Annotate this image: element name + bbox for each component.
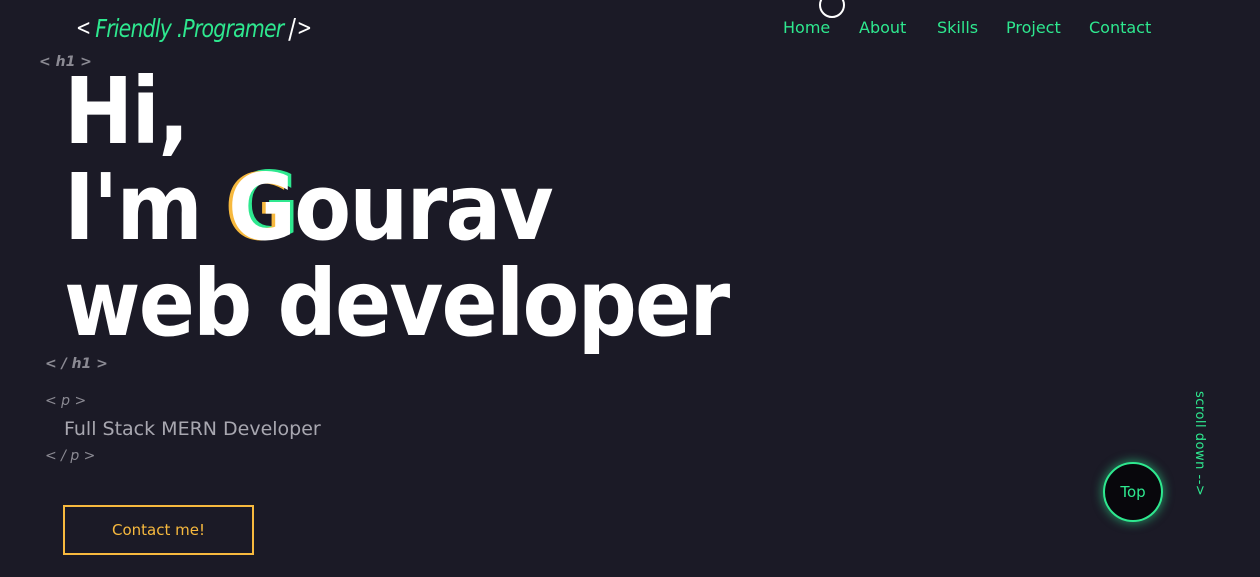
nav-item-about[interactable]: About bbox=[859, 17, 906, 39]
headline-line-3: web developer bbox=[64, 250, 730, 357]
hero-subtitle: Full Stack MERN Developer bbox=[64, 418, 321, 440]
logo-close-bracket: > bbox=[296, 16, 312, 41]
p-open-tag-label: < p > bbox=[45, 393, 87, 409]
logo-text: Friendly .Programer bbox=[95, 14, 284, 43]
nav-item-project[interactable]: Project bbox=[1006, 17, 1061, 39]
nav-item-contact[interactable]: Contact bbox=[1089, 17, 1151, 39]
headline-line-2-suffix: ourav bbox=[294, 154, 553, 261]
logo-slash: / bbox=[288, 12, 296, 45]
hero-headline: Hi, I'm Gourav web developer bbox=[64, 64, 802, 352]
headline-line-2-prefix: I'm bbox=[64, 154, 229, 261]
h1-close-tag-label: < / h1 > bbox=[45, 356, 108, 372]
portfolio-page: < Friendly .Programer / > Home About Ski… bbox=[0, 0, 1260, 577]
contact-me-button[interactable]: Contact me! bbox=[63, 505, 254, 555]
nav-item-home[interactable]: Home bbox=[783, 17, 830, 39]
scroll-to-top-button[interactable]: Top bbox=[1103, 462, 1163, 522]
scroll-down-link[interactable]: scroll down --> bbox=[1192, 391, 1207, 496]
headline-line-2: I'm Gourav bbox=[64, 160, 728, 256]
headline-line-1: Hi, bbox=[64, 58, 190, 165]
logo-open-bracket: < bbox=[76, 16, 91, 41]
cursor-follower-circle bbox=[819, 0, 845, 18]
p-close-tag-label: < / p > bbox=[45, 448, 96, 464]
headline-highlight-letter: G bbox=[228, 154, 296, 261]
nav-item-skills[interactable]: Skills bbox=[937, 17, 978, 39]
site-logo[interactable]: < Friendly .Programer / > bbox=[76, 12, 312, 45]
